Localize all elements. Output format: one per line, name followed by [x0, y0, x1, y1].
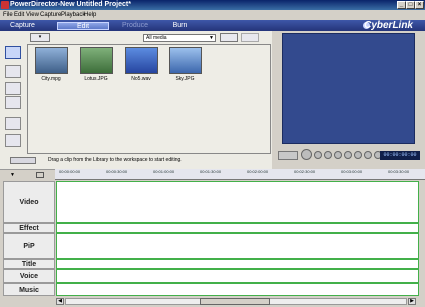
- voice-room-button[interactable]: [5, 134, 21, 147]
- library-item-label: City.mpg: [41, 76, 61, 82]
- media-library: City.mpg Lotus.JPG No5.wav Sky.JPG: [27, 44, 271, 154]
- track-label-video: Video: [3, 181, 55, 223]
- menu-help[interactable]: Help: [84, 10, 96, 20]
- ruler-tick-label: 00:03:30:00: [388, 169, 410, 174]
- maximize-button[interactable]: □: [406, 1, 415, 9]
- play-button[interactable]: [301, 149, 312, 160]
- ruler-tick-label: 00:03:00:00: [341, 169, 363, 174]
- scroll-left-button[interactable]: ◀: [56, 298, 64, 305]
- ruler-tick-label: 00:02:00:00: [247, 169, 269, 174]
- room-sidebar: [5, 44, 25, 154]
- menu-capture[interactable]: Capture: [40, 10, 61, 20]
- library-view-button[interactable]: [220, 33, 238, 42]
- menu-file[interactable]: File: [3, 10, 13, 20]
- clip-movie-toggle[interactable]: [278, 151, 298, 160]
- preview-screen: [282, 33, 415, 144]
- video-track-lane[interactable]: [56, 181, 419, 223]
- track-label-effect: Effect: [3, 223, 55, 233]
- voice-track-lane[interactable]: [56, 269, 419, 283]
- snapshot-button[interactable]: [354, 151, 362, 159]
- track-menu-button[interactable]: ▼: [10, 172, 22, 178]
- tab-burn[interactable]: Burn: [160, 21, 200, 30]
- timeline-scrollbar[interactable]: ◀ ▶: [0, 297, 425, 307]
- fast-forward-button[interactable]: [344, 151, 352, 159]
- library-item-label: No5.wav: [131, 76, 151, 82]
- pip-room-button[interactable]: [5, 82, 21, 95]
- import-media-button[interactable]: ▾: [30, 33, 50, 42]
- stop-button[interactable]: [314, 151, 322, 159]
- track-label-music: Music: [3, 283, 55, 296]
- timeline-tracks: Video Effect PiP Title Voice Music: [0, 179, 425, 297]
- tab-edit[interactable]: Edit: [57, 22, 109, 30]
- brand-logo: CyberLink: [364, 20, 413, 31]
- effect-track-lane[interactable]: [56, 223, 419, 233]
- storyboard-toggle-button[interactable]: [10, 157, 36, 164]
- sky-thumbnail[interactable]: [169, 47, 202, 74]
- pip-track-lane[interactable]: [56, 233, 419, 259]
- title-bar: PowerDirector-New Untitled Project* _ □ …: [0, 0, 425, 10]
- menu-playback[interactable]: Playback: [61, 10, 85, 20]
- title-room-button[interactable]: [5, 96, 21, 109]
- chevron-down-icon: ▼: [209, 35, 214, 41]
- audio-thumbnail[interactable]: [125, 47, 158, 74]
- scroll-right-button[interactable]: ▶: [408, 298, 416, 305]
- ruler-tick-label: 00:00:00:00: [59, 169, 81, 174]
- effect-room-button[interactable]: [5, 65, 21, 78]
- track-label-title: Title: [3, 259, 55, 269]
- audio-room-button[interactable]: [5, 117, 21, 130]
- library-item-label: Lotus.JPG: [84, 76, 108, 82]
- library-item-label: Sky.JPG: [175, 76, 195, 82]
- mode-bar: Capture Edit Produce Burn CyberLink: [0, 20, 425, 31]
- scroll-thumb[interactable]: [200, 298, 270, 305]
- music-track-lane[interactable]: [56, 283, 419, 296]
- media-filter-dropdown[interactable]: All media ▼: [143, 34, 216, 42]
- timeline-view-button[interactable]: [36, 172, 44, 178]
- timecode-display: 00:00:00:00: [380, 151, 420, 160]
- hint-text: Drag a clip from the Library to the work…: [48, 157, 182, 163]
- media-room-button[interactable]: [5, 46, 21, 59]
- ruler-tick-label: 00:01:00:00: [153, 169, 175, 174]
- menu-bar: File Edit View Capture Playback Help: [0, 10, 425, 20]
- media-filter-value: All media: [146, 35, 167, 41]
- menu-view[interactable]: View: [26, 10, 39, 20]
- menu-edit[interactable]: Edit: [14, 10, 24, 20]
- window-title: PowerDirector-New Untitled Project*: [10, 1, 131, 8]
- track-label-voice: Voice: [3, 269, 55, 283]
- previous-frame-button[interactable]: [324, 151, 332, 159]
- app-icon: [1, 1, 9, 9]
- volume-button[interactable]: [364, 151, 372, 159]
- ruler-tick-label: 00:02:30:00: [294, 169, 316, 174]
- library-tool-button[interactable]: [241, 33, 259, 42]
- tab-capture[interactable]: Capture: [0, 21, 45, 30]
- title-track-lane[interactable]: [56, 259, 419, 269]
- lotus-thumbnail[interactable]: [80, 47, 113, 74]
- close-button[interactable]: ×: [415, 1, 424, 9]
- next-frame-button[interactable]: [334, 151, 342, 159]
- city-thumbnail[interactable]: [35, 47, 68, 74]
- ruler-tick-label: 00:00:30:00: [106, 169, 128, 174]
- minimize-button[interactable]: _: [397, 1, 406, 9]
- tab-produce[interactable]: Produce: [115, 21, 155, 30]
- track-label-pip: PiP: [3, 233, 55, 259]
- ruler-tick-label: 00:01:30:00: [200, 169, 222, 174]
